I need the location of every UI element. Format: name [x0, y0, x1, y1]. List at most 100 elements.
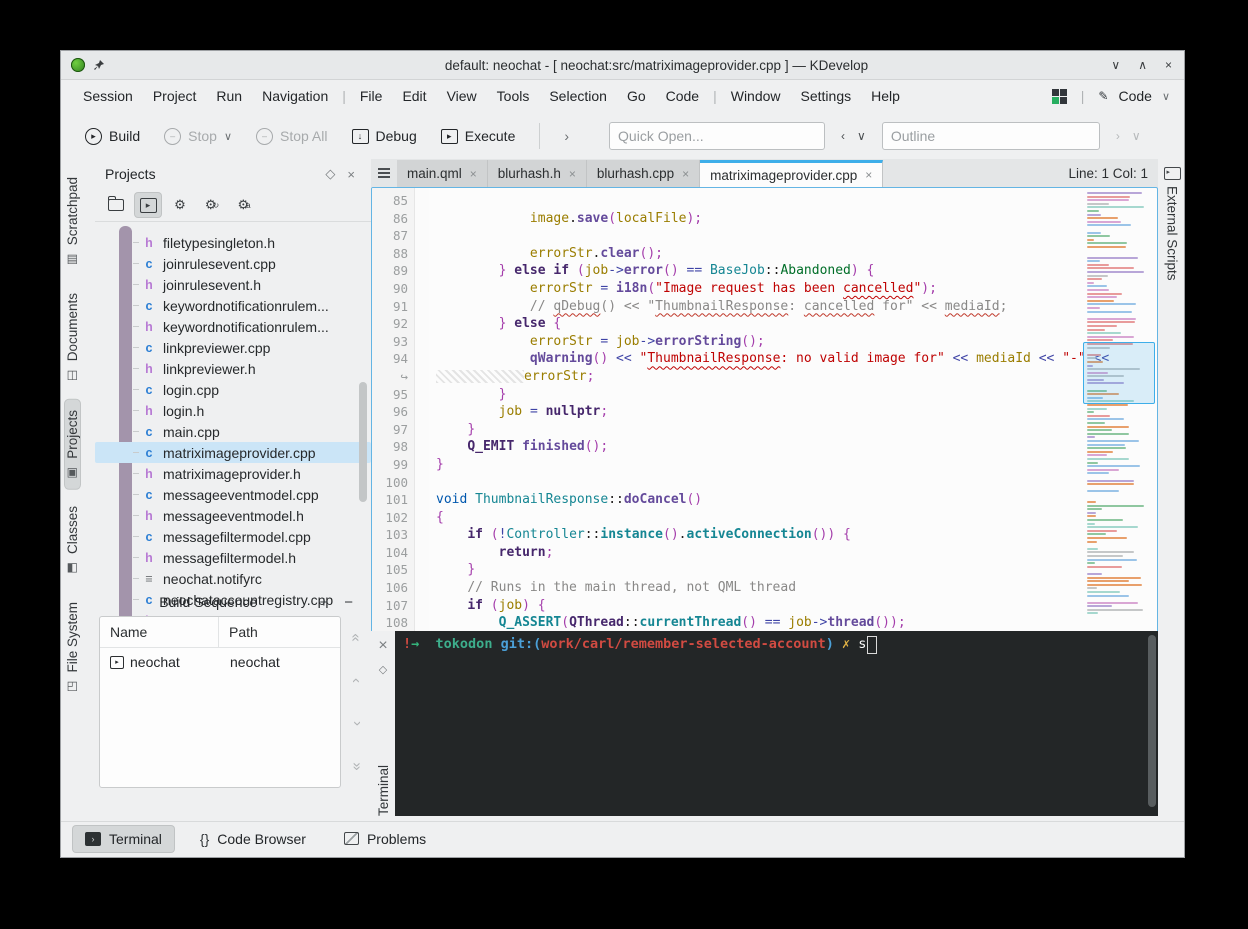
terminal-vertical-label[interactable]: Terminal: [376, 761, 391, 816]
detach-toolview-icon[interactable]: ◇: [379, 663, 387, 676]
execute-button[interactable]: ▸Execute: [431, 122, 526, 150]
dock-tab-classes[interactable]: ◧Classes: [65, 496, 80, 584]
build-sequence-panel: Build Sequence + − Name Path ▸neochatneo…: [95, 588, 371, 816]
tree-item-joinrulesevent.cpp[interactable]: cjoinrulesevent.cpp: [95, 253, 371, 274]
move-up-icon[interactable]: ‹: [348, 678, 365, 683]
tree-item-main.cpp[interactable]: cmain.cpp: [95, 421, 371, 442]
menu-window[interactable]: Window: [721, 84, 791, 108]
project-settings-icon[interactable]: ⚙a: [231, 193, 257, 217]
projects-toolbar: ▸ ⚙ ⚙↻ ⚙a: [95, 189, 371, 222]
tree-item-login.cpp[interactable]: clogin.cpp: [95, 379, 371, 400]
nav-back-icon[interactable]: ‹: [841, 129, 845, 143]
terminal-toolview-strip: × ◇ Terminal: [371, 631, 395, 816]
scratchpad-icon: ▤: [67, 251, 78, 265]
close-tab-icon[interactable]: ×: [569, 167, 576, 181]
tree-scrollbar[interactable]: [359, 382, 367, 502]
menu-tools[interactable]: Tools: [487, 84, 540, 108]
column-header-name[interactable]: Name: [100, 617, 219, 647]
tree-item-matriximageprovider.h[interactable]: hmatriximageprovider.h: [95, 463, 371, 484]
remove-build-item-button[interactable]: −: [336, 594, 361, 611]
tree-item-matriximageprovider.cpp[interactable]: cmatriximageprovider.cpp: [95, 442, 371, 463]
run-target-icon: ▸: [110, 656, 124, 669]
menu-session[interactable]: Session: [73, 84, 143, 108]
toolview-button-code-browser[interactable]: {}Code Browser: [188, 826, 318, 852]
tree-item-messagefiltermodel.h[interactable]: hmessagefiltermodel.h: [95, 547, 371, 568]
menu-help[interactable]: Help: [861, 84, 910, 108]
tree-item-messageeventmodel.cpp[interactable]: cmessageeventmodel.cpp: [95, 484, 371, 505]
close-tab-icon[interactable]: ×: [682, 167, 689, 181]
move-bottom-icon[interactable]: «: [348, 762, 365, 770]
dock-tab-documents[interactable]: ◫Documents: [65, 283, 80, 391]
move-top-icon[interactable]: «: [348, 633, 365, 641]
tree-item-keywordnotificationrulem...[interactable]: hkeywordnotificationrulem...: [95, 316, 371, 337]
toolview-button-problems[interactable]: Problems: [332, 826, 438, 852]
menu-go[interactable]: Go: [617, 84, 656, 108]
reload-project-icon[interactable]: ⚙↻: [199, 193, 225, 217]
dock-tab-file-system[interactable]: ◰File System: [65, 592, 80, 703]
close-button[interactable]: ×: [1165, 58, 1172, 72]
tree-item-messagefiltermodel.cpp[interactable]: cmessagefiltermodel.cpp: [95, 526, 371, 547]
toolbar-overflow-chevron[interactable]: ›: [554, 128, 579, 144]
nav-dropdown-icon[interactable]: ∨: [857, 129, 866, 143]
tab-matriximageprovider.cpp[interactable]: matriximageprovider.cpp×: [700, 160, 883, 187]
dock-tab-external-scripts[interactable]: ▸External Scripts: [1158, 159, 1186, 281]
pin-icon: [93, 59, 105, 71]
code-editor[interactable]: 8586 image.save(localFile);8788 errorStr…: [371, 187, 1158, 681]
menu-run[interactable]: Run: [206, 84, 252, 108]
close-tab-icon[interactable]: ×: [470, 167, 477, 181]
move-down-icon[interactable]: ‹: [348, 721, 365, 726]
build-button[interactable]: ▸Build: [75, 122, 150, 151]
code-line-96: 96 job = nullptr;: [372, 403, 1157, 421]
tree-item-messageeventmodel.h[interactable]: hmessageeventmodel.h: [95, 505, 371, 526]
tree-item-neochat.notifyrc[interactable]: ≡neochat.notifyrc: [95, 568, 371, 589]
close-panel-icon[interactable]: ×: [341, 167, 361, 182]
add-build-item-button[interactable]: +: [311, 594, 336, 611]
file-system-icon: ◰: [67, 679, 78, 693]
menu-project[interactable]: Project: [143, 84, 207, 108]
tree-item-linkpreviewer.cpp[interactable]: clinkpreviewer.cpp: [95, 337, 371, 358]
column-header-path[interactable]: Path: [219, 624, 258, 640]
configure-icon[interactable]: ⚙: [167, 193, 193, 217]
terminal-scrollbar[interactable]: [1148, 635, 1156, 807]
close-toolview-icon[interactable]: ×: [378, 637, 387, 655]
session-area-label[interactable]: Code: [1118, 88, 1151, 104]
minimap[interactable]: [1087, 192, 1151, 674]
dock-tab-projects[interactable]: ▣Projects: [65, 400, 80, 489]
debug-button[interactable]: ↓Debug: [342, 122, 427, 150]
tab-blurhash.h[interactable]: blurhash.h×: [488, 160, 587, 187]
minimap-viewport[interactable]: [1083, 342, 1155, 404]
outline-input[interactable]: Outline: [882, 122, 1100, 150]
maximize-button[interactable]: ∧: [1138, 58, 1147, 72]
chevron-down-icon[interactable]: ∨: [1162, 90, 1170, 103]
menu-code[interactable]: Code: [656, 84, 709, 108]
dock-tab-scratchpad[interactable]: ▤Scratchpad: [65, 167, 80, 275]
tree-item-login.h[interactable]: hlogin.h: [95, 400, 371, 421]
menu-file[interactable]: File: [350, 84, 393, 108]
menu-navigation[interactable]: Navigation: [252, 84, 338, 108]
stop-dropdown-icon: ∨: [224, 130, 232, 143]
build-target-icon[interactable]: ▸: [135, 193, 161, 217]
open-project-folder-icon[interactable]: [103, 193, 129, 217]
tab-main.qml[interactable]: main.qml×: [397, 160, 488, 187]
menu-selection[interactable]: Selection: [539, 84, 617, 108]
area-switcher-icon[interactable]: [1052, 89, 1067, 104]
left-dock-strip: ▤Scratchpad ◫Documents ▣Projects ◧Classes ◰F…: [61, 159, 95, 816]
tree-item-keywordnotificationrulem...[interactable]: ckeywordnotificationrulem...: [95, 295, 371, 316]
build-icon: ▸: [85, 128, 102, 145]
minimize-button[interactable]: ∨: [1111, 58, 1120, 72]
detach-panel-icon[interactable]: ◇: [319, 166, 341, 182]
menu-view[interactable]: View: [437, 84, 487, 108]
terminal-screen[interactable]: !→ tokodon git:(work/carl/remember-selec…: [395, 631, 1158, 816]
document-list-icon[interactable]: [371, 159, 397, 187]
quick-open-input[interactable]: Quick Open...: [609, 122, 825, 150]
close-tab-icon[interactable]: ×: [865, 168, 872, 182]
file-type-icon-h: h: [141, 509, 157, 523]
tree-item-filetypesingleton.h[interactable]: hfiletypesingleton.h: [95, 232, 371, 253]
tree-item-linkpreviewer.h[interactable]: hlinkpreviewer.h: [95, 358, 371, 379]
menu-edit[interactable]: Edit: [392, 84, 436, 108]
build-sequence-row[interactable]: ▸neochatneochat: [100, 648, 340, 676]
tab-blurhash.cpp[interactable]: blurhash.cpp×: [587, 160, 700, 187]
toolview-button-terminal[interactable]: ›Terminal: [73, 826, 174, 852]
menu-settings[interactable]: Settings: [791, 84, 862, 108]
tree-item-joinrulesevent.h[interactable]: hjoinrulesevent.h: [95, 274, 371, 295]
